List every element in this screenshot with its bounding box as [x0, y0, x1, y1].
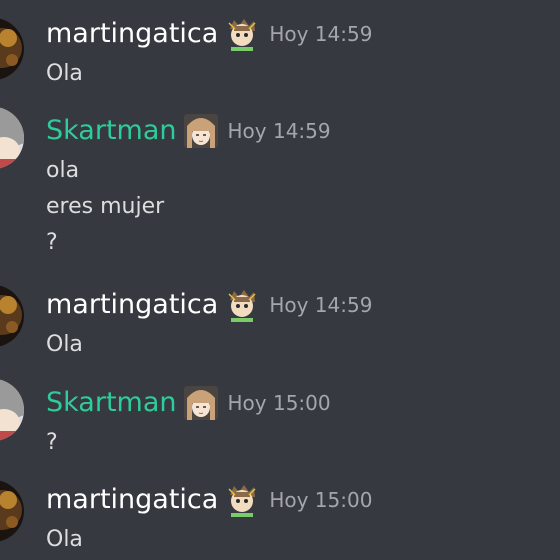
timestamp: Hoy 15:00	[269, 488, 373, 512]
anime-character-emoji-icon	[225, 288, 260, 322]
message-text: ?	[46, 230, 58, 255]
message-text: Ola	[46, 332, 83, 357]
dark-anime-avatar-icon	[0, 285, 24, 347]
message-header: Skartman Hoy 15:00	[46, 383, 331, 423]
timestamp: Hoy 15:00	[227, 391, 331, 415]
message-header: martingatica Hoy 14:59	[46, 14, 372, 54]
message-text: ?	[46, 430, 58, 455]
username[interactable]: Skartman	[46, 111, 177, 151]
avatar-martingatica[interactable]	[0, 285, 24, 347]
message-header: martingatica Hoy 15:00	[46, 480, 372, 520]
anime-character-emoji-icon	[225, 17, 260, 51]
avatar-martingatica[interactable]	[0, 480, 24, 542]
timestamp: Hoy 14:59	[269, 22, 373, 46]
avatar-martingatica[interactable]	[0, 18, 24, 80]
username[interactable]: martingatica	[46, 14, 218, 54]
username[interactable]: Skartman	[46, 383, 177, 423]
message-header: martingatica Hoy 14:59	[46, 285, 372, 325]
avatar-skartman[interactable]	[0, 379, 24, 441]
dark-anime-avatar-icon	[0, 480, 24, 542]
message-header: Skartman Hoy 14:59	[46, 111, 331, 151]
anime-girl-emoji-icon	[183, 114, 218, 148]
username[interactable]: martingatica	[46, 480, 218, 520]
message-text: Ola	[46, 527, 83, 552]
message-text: Ola	[46, 61, 83, 86]
grey-haired-anime-avatar-icon	[0, 379, 24, 441]
timestamp: Hoy 14:59	[227, 119, 331, 143]
message-text: ola	[46, 158, 80, 183]
username[interactable]: martingatica	[46, 285, 218, 325]
anime-character-emoji-icon	[225, 483, 260, 517]
dark-anime-avatar-icon	[0, 18, 24, 80]
avatar-skartman[interactable]	[0, 107, 24, 169]
message-text: eres mujer	[46, 194, 165, 219]
anime-girl-emoji-icon	[183, 386, 218, 420]
timestamp: Hoy 14:59	[269, 293, 373, 317]
chat-messages: martingatica Hoy 14:59 Ola Skartman Hoy …	[0, 0, 560, 560]
grey-haired-anime-avatar-icon	[0, 107, 24, 169]
